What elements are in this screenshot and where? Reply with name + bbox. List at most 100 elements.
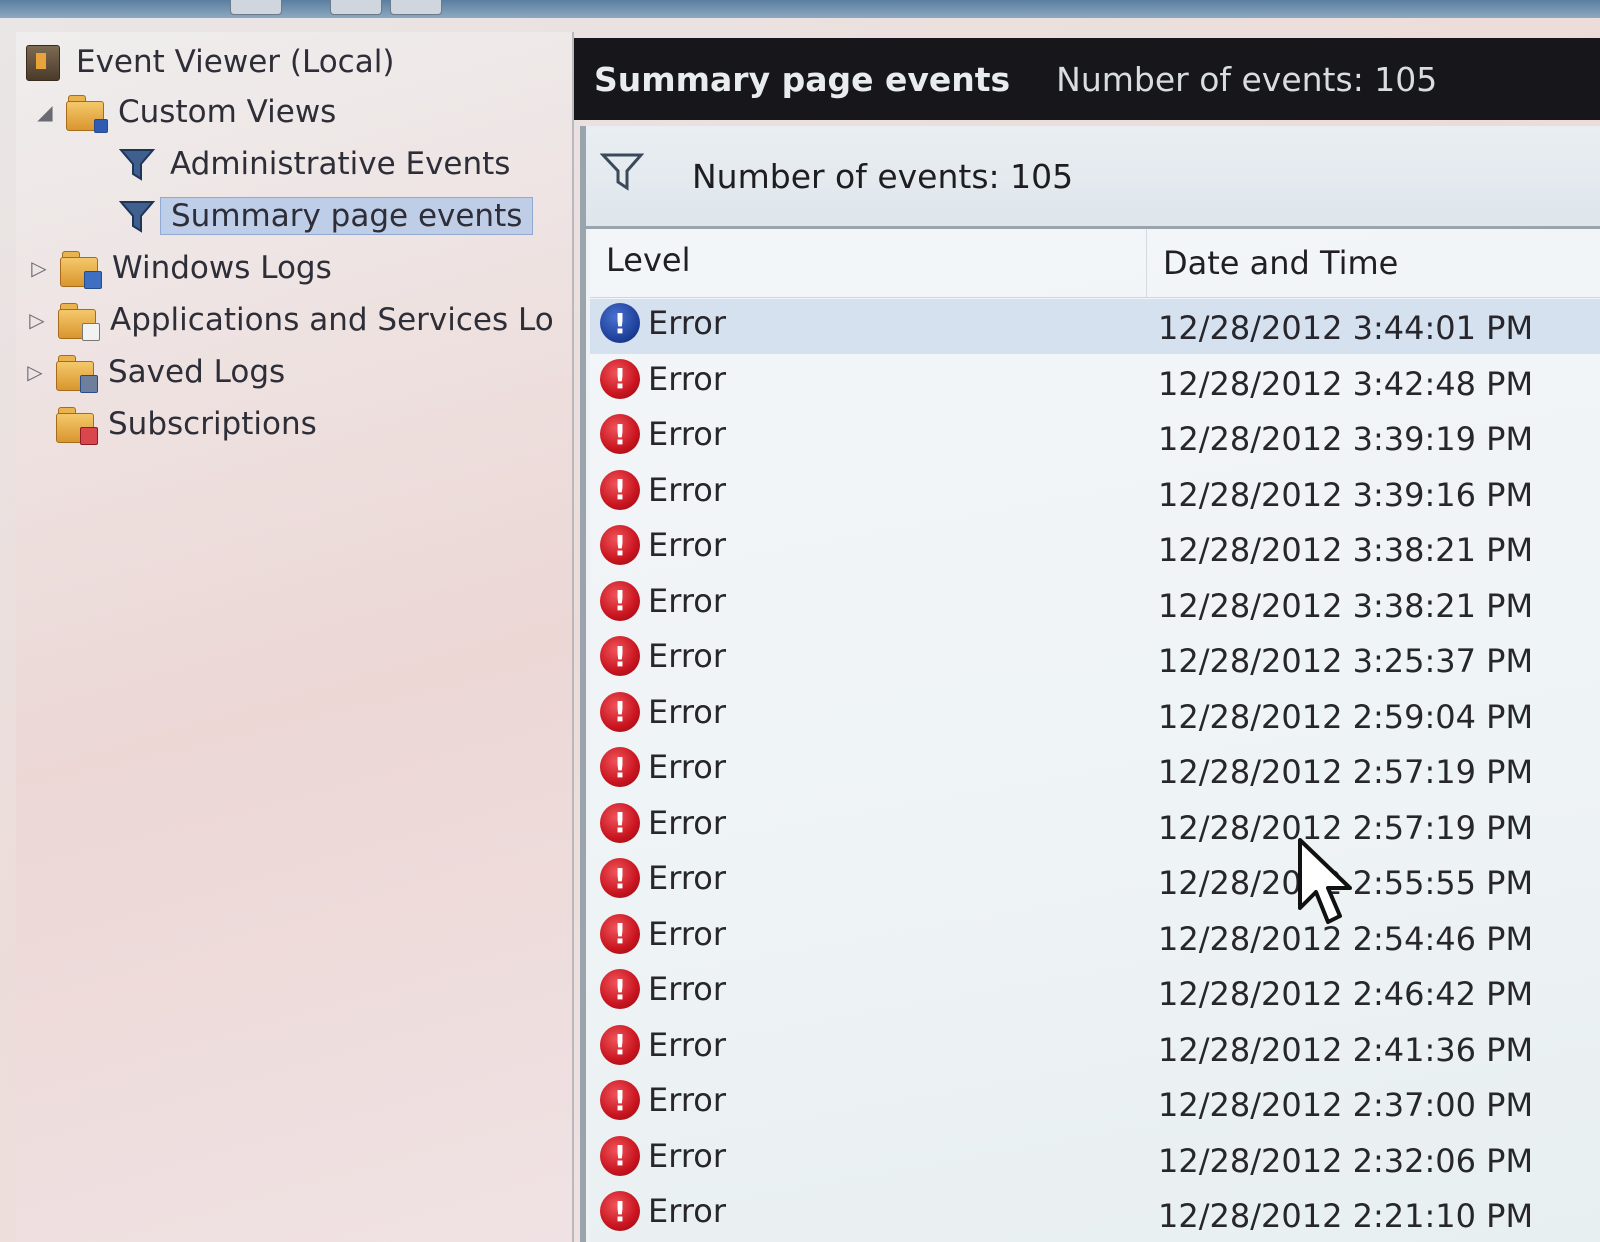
tree-item-label: Event Viewer (Local): [76, 44, 395, 80]
table-row[interactable]: ! Error 12/28/2012 2:57:19 PM: [590, 743, 1600, 798]
column-header-level[interactable]: Level: [606, 241, 690, 279]
header-event-count: Number of events: 105: [1056, 59, 1438, 99]
tree-item-label: Administrative Events: [170, 146, 511, 182]
level-text: Error: [648, 748, 726, 786]
date-time-cell: 12/28/2012 2:37:00 PM: [1158, 1086, 1534, 1124]
toolbar-button[interactable]: [230, 0, 282, 15]
view-title-bar: Summary page events Number of events: 10…: [574, 38, 1600, 120]
tree-item-label: Windows Logs: [112, 250, 332, 286]
tree-item-event-viewer[interactable]: Event Viewer (Local): [24, 40, 394, 84]
tree-item-saved-logs[interactable]: ▷ Saved Logs: [22, 350, 285, 394]
table-row[interactable]: ! Error 12/28/2012 2:41:36 PM: [590, 1021, 1600, 1076]
table-row[interactable]: ! Error 12/28/2012 3:38:21 PM: [590, 577, 1600, 632]
table-row[interactable]: ! Error 12/28/2012 3:39:19 PM: [590, 410, 1600, 465]
level-cell: ! Error: [600, 691, 726, 732]
level-text: Error: [648, 526, 726, 564]
table-row[interactable]: ! Error 12/28/2012 3:39:16 PM: [590, 466, 1600, 521]
error-icon: !: [600, 1080, 640, 1120]
tree-item-administrative-events[interactable]: Administrative Events: [118, 142, 510, 186]
level-text: Error: [648, 415, 726, 453]
funnel-icon: [118, 145, 156, 183]
tree-item-custom-views[interactable]: ◢ Custom Views: [32, 90, 336, 134]
error-icon: !: [600, 636, 640, 676]
error-icon: !: [600, 414, 640, 454]
error-icon: !: [600, 691, 640, 732]
error-icon: !: [600, 358, 640, 399]
date-time-cell: 12/28/2012 3:38:21 PM: [1158, 586, 1534, 625]
table-row[interactable]: ! Error 12/28/2012 2:59:04 PM: [590, 688, 1600, 743]
navigation-tree: Event Viewer (Local) ◢ Custom Views Admi…: [16, 32, 574, 1242]
date-time-cell: 12/28/2012 3:39:19 PM: [1158, 420, 1534, 458]
events-table: Level Date and Time ! Error 12/28/2012 3:4…: [590, 229, 1600, 1242]
table-row[interactable]: ! Error 12/28/2012 2:55:55 PM: [590, 854, 1600, 909]
table-row[interactable]: ! Error 12/28/2012 3:38:21 PM: [590, 521, 1600, 576]
folder-icon: [56, 353, 98, 393]
column-header-date-time[interactable]: Date and Time: [1146, 229, 1398, 297]
date-time-cell: 12/28/2012 3:38:21 PM: [1158, 531, 1534, 569]
level-text: Error: [648, 1192, 726, 1230]
level-cell: ! Error: [600, 1024, 726, 1065]
level-cell: ! Error: [600, 580, 726, 621]
table-row[interactable]: ! Error 12/28/2012 3:44:01 PM: [590, 299, 1600, 354]
error-icon: !: [600, 1135, 640, 1176]
folder-icon: [58, 301, 100, 341]
filter-event-count: Number of events: 105: [692, 156, 1074, 196]
date-time-cell: 12/28/2012 2:59:04 PM: [1158, 697, 1534, 736]
toolbar-strip: [0, 0, 1600, 18]
toolbar-button[interactable]: [390, 0, 442, 15]
level-cell: ! Error: [600, 969, 726, 1009]
error-icon: !: [600, 1191, 640, 1231]
level-cell: ! Error: [600, 802, 726, 843]
date-time-cell: 12/28/2012 2:32:06 PM: [1158, 1141, 1534, 1180]
table-row[interactable]: ! Error 12/28/2012 3:42:48 PM: [590, 355, 1600, 410]
date-time-cell: 12/28/2012 2:41:36 PM: [1158, 1030, 1534, 1069]
tree-item-subscriptions[interactable]: Subscriptions: [56, 402, 317, 446]
error-icon: !: [600, 969, 640, 1009]
error-icon: !: [600, 525, 640, 565]
view-title: Summary page events: [594, 59, 1011, 99]
table-header: Level Date and Time: [590, 229, 1600, 298]
level-cell: ! Error: [600, 469, 726, 510]
table-row[interactable]: ! Error 12/28/2012 2:37:00 PM: [590, 1076, 1600, 1131]
level-text: Error: [648, 692, 726, 731]
table-row[interactable]: ! Error 12/28/2012 3:25:37 PM: [590, 632, 1600, 687]
expand-arrow-icon[interactable]: ▷: [24, 308, 50, 332]
tree-item-label: Subscriptions: [108, 406, 317, 442]
collapse-arrow-icon[interactable]: ◢: [32, 100, 58, 124]
level-cell: ! Error: [600, 1135, 726, 1176]
filter-icon: [599, 150, 645, 202]
error-icon: !: [600, 913, 640, 954]
toolbar-button[interactable]: [330, 0, 382, 15]
tree-item-summary-page-events[interactable]: Summary page events: [118, 194, 534, 238]
date-time-cell: 12/28/2012 2:21:10 PM: [1158, 1197, 1534, 1235]
level-cell: ! Error: [600, 858, 726, 898]
date-time-cell: 12/28/2012 3:25:37 PM: [1158, 642, 1534, 680]
error-icon: !: [600, 580, 640, 621]
date-time-cell: 12/28/2012 2:57:19 PM: [1158, 753, 1534, 791]
tree-item-applications-services[interactable]: ▷ Applications and Services Lo: [24, 298, 554, 342]
subscriptions-icon: [56, 405, 98, 445]
tree-item-label: Custom Views: [118, 94, 337, 130]
folder-icon: [66, 93, 108, 133]
folder-icon: [60, 249, 102, 289]
tree-item-label: Summary page events: [160, 197, 534, 235]
level-text: Error: [648, 581, 726, 620]
level-text: Error: [648, 1136, 726, 1175]
error-icon: !: [600, 802, 640, 843]
table-row[interactable]: ! Error 12/28/2012 2:32:06 PM: [590, 1132, 1600, 1187]
table-row[interactable]: ! Error 12/28/2012 2:46:42 PM: [590, 965, 1600, 1020]
table-row[interactable]: ! Error 12/28/2012 2:54:46 PM: [590, 910, 1600, 965]
table-row[interactable]: ! Error 12/28/2012 2:21:10 PM: [590, 1187, 1600, 1242]
table-row[interactable]: ! Error 12/28/2012 2:57:19 PM: [590, 799, 1600, 854]
level-text: Error: [648, 1025, 726, 1064]
error-icon: !: [600, 303, 640, 343]
date-time-cell: 12/28/2012 2:46:42 PM: [1158, 975, 1534, 1013]
level-text: Error: [648, 637, 726, 675]
expand-arrow-icon[interactable]: ▷: [22, 360, 48, 384]
expand-arrow-icon[interactable]: ▷: [26, 256, 52, 280]
error-icon: !: [600, 1024, 640, 1065]
level-text: Error: [648, 859, 726, 897]
level-text: Error: [648, 470, 726, 509]
error-icon: !: [600, 469, 640, 510]
tree-item-windows-logs[interactable]: ▷ Windows Logs: [26, 246, 332, 290]
